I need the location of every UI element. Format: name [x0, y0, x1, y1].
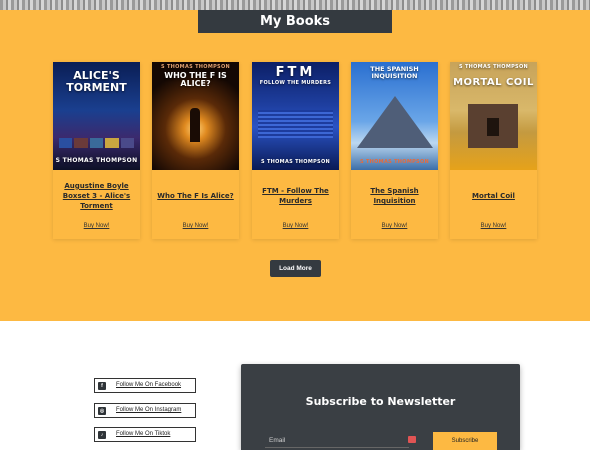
mountain-shape [357, 96, 433, 148]
cover-subtitle: FOLLOW THE MURDERS [259, 80, 332, 86]
book-title-link[interactable]: FTM - Follow The Murders [256, 174, 335, 218]
stadium-stands [258, 110, 333, 138]
buy-now-link[interactable]: Buy Now! [53, 223, 140, 229]
book-title-link[interactable]: Mortal Coil [454, 174, 533, 218]
book-card: FTM FOLLOW THE MURDERS S THOMAS THOMPSON… [252, 62, 339, 239]
social-link-instagram[interactable]: ◎ Follow Me On Instagram [94, 403, 196, 418]
top-texture-strip [0, 0, 590, 10]
section-heading: My Books [198, 10, 392, 33]
newsletter-panel: Subscribe to Newsletter Subscribe [241, 364, 520, 450]
cover-author: S THOMAS THOMPSON [459, 64, 528, 70]
buy-now-link[interactable]: Buy Now! [152, 223, 239, 229]
social-link-label: Follow Me On Tiktok [116, 431, 171, 437]
load-more-button[interactable]: Load More [270, 260, 321, 277]
cover-author: S THOMAS THOMPSON [360, 159, 429, 165]
book-card: S THOMAS THOMPSON MORTAL COIL Mortal Coi… [450, 62, 537, 239]
cover-mini-books [59, 138, 135, 148]
cover-title: THE SPANISH INQUISITION [370, 65, 419, 80]
book-cover-image[interactable]: S THOMAS THOMPSON MORTAL COIL [450, 62, 537, 170]
social-link-tiktok[interactable]: ♪ Follow Me On Tiktok [94, 427, 196, 442]
book-card: S THOMAS THOMPSON WHO THE F IS ALICE? Wh… [152, 62, 239, 239]
adobe-building [468, 104, 518, 148]
cover-author: S THOMAS THOMPSON [161, 64, 230, 70]
book-card: ALICE'S TORMENT S THOMAS THOMPSON August… [53, 62, 140, 239]
autofill-icon[interactable] [408, 436, 416, 443]
newsletter-title: Subscribe to Newsletter [305, 395, 456, 408]
email-field[interactable] [265, 434, 409, 448]
social-link-label: Follow Me On Instagram [116, 407, 182, 413]
instagram-icon: ◎ [98, 407, 106, 415]
social-link-facebook[interactable]: f Follow Me On Facebook [94, 378, 196, 393]
book-title-link[interactable]: The Spanish Inquisition [355, 174, 434, 218]
cover-title: WHO THE F IS ALICE? [164, 71, 227, 89]
book-cover-image[interactable]: S THOMAS THOMPSON WHO THE F IS ALICE? [152, 62, 239, 170]
buy-now-link[interactable]: Buy Now! [351, 223, 438, 229]
book-title-link[interactable]: Who The F Is Alice? [156, 174, 235, 218]
social-link-label: Follow Me On Facebook [116, 382, 182, 388]
tiktok-icon: ♪ [98, 431, 106, 439]
facebook-icon: f [98, 382, 106, 390]
buy-now-link[interactable]: Buy Now! [450, 223, 537, 229]
book-title-link[interactable]: Augustine Boyle Boxset 3 - Alice's Torme… [57, 174, 136, 218]
cover-title: FTM [275, 65, 316, 80]
cover-author: S THOMAS THOMPSON [55, 157, 138, 164]
book-cover-image[interactable]: ALICE'S TORMENT S THOMAS THOMPSON [53, 62, 140, 170]
subscribe-button[interactable]: Subscribe [433, 432, 497, 450]
cover-title: MORTAL COIL [453, 77, 534, 88]
buy-now-link[interactable]: Buy Now! [252, 223, 339, 229]
book-cover-image[interactable]: THE SPANISH INQUISITION S THOMAS THOMPSO… [351, 62, 438, 170]
cover-author: S THOMAS THOMPSON [261, 159, 330, 165]
silhouette-figure [190, 108, 200, 142]
book-card: THE SPANISH INQUISITION S THOMAS THOMPSO… [351, 62, 438, 239]
cover-title: ALICE'S TORMENT [66, 69, 127, 94]
book-cover-image[interactable]: FTM FOLLOW THE MURDERS S THOMAS THOMPSON [252, 62, 339, 170]
